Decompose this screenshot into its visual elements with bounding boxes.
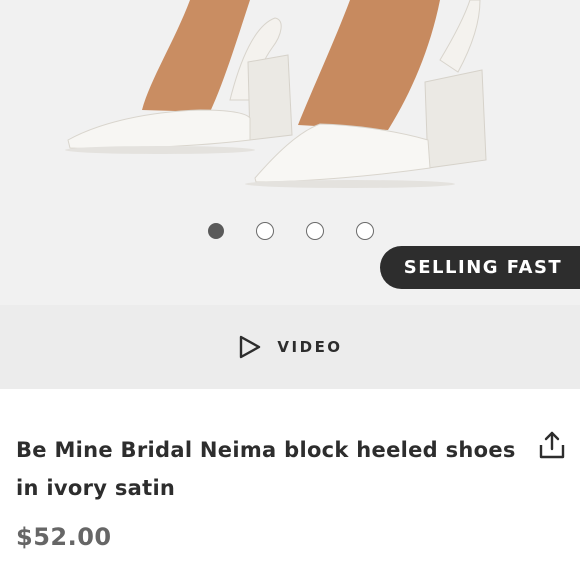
play-icon (240, 335, 261, 359)
product-info: Be Mine Bridal Neima block heeled shoes … (0, 389, 580, 580)
video-button[interactable]: VIDEO (237, 334, 342, 360)
gallery-dot-1[interactable] (208, 223, 224, 239)
product-title: Be Mine Bridal Neima block heeled shoes … (16, 438, 516, 500)
video-label: VIDEO (277, 338, 343, 356)
share-icon[interactable] (536, 429, 568, 461)
gallery-dot-4[interactable] (356, 222, 374, 240)
gallery-dot-3[interactable] (306, 222, 324, 240)
video-bar: VIDEO (0, 305, 580, 389)
product-price: $52.00 (16, 523, 112, 551)
gallery-dot-2[interactable] (256, 222, 274, 240)
product-image-gallery[interactable]: SELLING FAST (0, 0, 580, 305)
selling-fast-badge: SELLING FAST (380, 246, 580, 289)
